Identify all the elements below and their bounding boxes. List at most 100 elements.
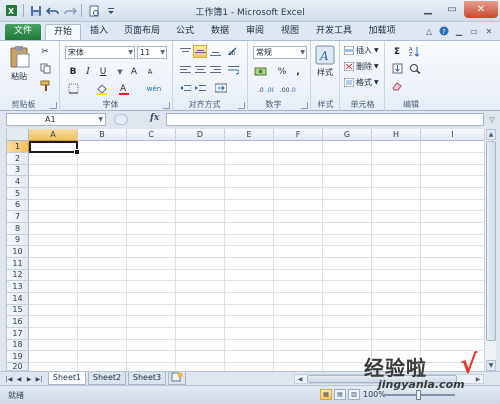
chevron-down-icon[interactable]: ▼ bbox=[113, 65, 127, 78]
currency-icon[interactable] bbox=[253, 65, 269, 78]
column-header[interactable]: G bbox=[323, 129, 372, 141]
column-header[interactable]: I bbox=[421, 129, 484, 141]
insert-sheet-icon[interactable] bbox=[168, 372, 186, 385]
format-painter-icon[interactable] bbox=[38, 79, 52, 92]
name-box[interactable]: A1 ▼ bbox=[6, 113, 106, 126]
tab-developer[interactable]: 开发工具 bbox=[310, 24, 358, 40]
shrink-font-button[interactable]: A bbox=[143, 65, 157, 78]
page-layout-view-icon[interactable]: ▤ bbox=[334, 389, 346, 400]
align-right-icon[interactable] bbox=[208, 63, 222, 76]
row-header[interactable]: 15 bbox=[7, 305, 29, 316]
worksheet-grid[interactable]: A B C D E F G H I 1 2 3 4 5 6 7 8 9 10 1… bbox=[6, 129, 484, 371]
horizontal-scrollbar[interactable]: ◀ ▶ bbox=[294, 374, 484, 384]
percent-button[interactable]: % bbox=[275, 65, 289, 78]
row-header[interactable]: 13 bbox=[7, 281, 29, 293]
tab-page-layout[interactable]: 页面布局 bbox=[118, 24, 166, 40]
grow-font-button[interactable]: A bbox=[127, 65, 141, 78]
alignment-launcher-icon[interactable] bbox=[238, 102, 245, 109]
row-header[interactable]: 1 bbox=[7, 141, 29, 153]
tab-home[interactable]: 开始 bbox=[45, 24, 81, 40]
normal-view-icon[interactable]: ▦ bbox=[320, 389, 332, 400]
column-header[interactable]: C bbox=[127, 129, 176, 141]
minimize-ribbon-icon[interactable]: △ bbox=[424, 26, 434, 36]
scroll-right-icon[interactable]: ▶ bbox=[473, 375, 483, 383]
row-header[interactable]: 10 bbox=[7, 246, 29, 258]
font-size-combo[interactable]: 11 ▼ bbox=[137, 46, 167, 59]
fill-color-icon[interactable] bbox=[95, 82, 109, 95]
merge-center-icon[interactable] bbox=[214, 81, 228, 94]
border-icon[interactable] bbox=[66, 82, 80, 95]
insert-cells-button[interactable]: 插入 ▼ bbox=[344, 45, 379, 56]
paste-button[interactable]: 粘贴 bbox=[8, 45, 30, 82]
tab-review[interactable]: 审阅 bbox=[240, 24, 270, 40]
column-header[interactable]: D bbox=[176, 129, 225, 141]
restore-icon[interactable]: ▭ bbox=[440, 1, 464, 18]
decrease-decimal-icon[interactable]: .00.0 bbox=[279, 82, 297, 95]
row-header[interactable]: 2 bbox=[7, 153, 29, 165]
orientation-icon[interactable]: ab bbox=[226, 45, 240, 58]
find-select-icon[interactable] bbox=[408, 62, 422, 75]
clear-icon[interactable] bbox=[390, 79, 404, 92]
row-header[interactable]: 14 bbox=[7, 293, 29, 305]
next-sheet-icon[interactable]: ▶ bbox=[25, 374, 33, 384]
column-header[interactable]: H bbox=[372, 129, 421, 141]
row-header[interactable]: 3 bbox=[7, 165, 29, 176]
sort-filter-icon[interactable]: AZ bbox=[408, 45, 422, 58]
wrap-text-icon[interactable] bbox=[226, 63, 240, 76]
increase-indent-icon[interactable] bbox=[193, 81, 207, 94]
row-header[interactable]: 6 bbox=[7, 200, 29, 211]
align-top-icon[interactable] bbox=[178, 45, 192, 58]
scroll-down-icon[interactable]: ▼ bbox=[486, 360, 496, 371]
row-header[interactable]: 12 bbox=[7, 270, 29, 281]
align-left-icon[interactable] bbox=[178, 63, 192, 76]
tab-view[interactable]: 视图 bbox=[275, 24, 305, 40]
scroll-up-icon[interactable]: ▲ bbox=[486, 129, 496, 140]
close-icon[interactable]: ✕ bbox=[464, 1, 498, 18]
column-header[interactable]: B bbox=[78, 129, 127, 141]
number-launcher-icon[interactable] bbox=[301, 102, 308, 109]
sheet-tab-sheet1[interactable]: Sheet1 bbox=[48, 372, 86, 385]
tab-insert[interactable]: 插入 bbox=[84, 24, 114, 40]
active-cell-a1[interactable] bbox=[29, 141, 80, 155]
align-center-icon[interactable] bbox=[193, 63, 207, 76]
workbook-restore-icon[interactable]: ▭ bbox=[469, 26, 479, 36]
help-icon[interactable]: ? bbox=[439, 26, 449, 36]
row-header[interactable]: 5 bbox=[7, 188, 29, 200]
autosum-button[interactable]: Σ bbox=[390, 45, 404, 58]
formula-input[interactable] bbox=[166, 113, 484, 126]
clipboard-launcher-icon[interactable] bbox=[50, 102, 57, 109]
increase-decimal-icon[interactable]: .0.00 bbox=[257, 82, 275, 95]
sheet-tab-sheet2[interactable]: Sheet2 bbox=[88, 372, 126, 385]
sheet-tab-sheet3[interactable]: Sheet3 bbox=[128, 372, 166, 385]
vertical-scrollbar[interactable]: ▲ ▼ bbox=[484, 129, 496, 371]
column-header[interactable]: F bbox=[274, 129, 323, 141]
page-break-view-icon[interactable]: ▥ bbox=[348, 389, 360, 400]
last-sheet-icon[interactable]: ▶| bbox=[35, 374, 43, 384]
zoom-level[interactable]: 100% bbox=[363, 390, 386, 399]
first-sheet-icon[interactable]: |◀ bbox=[5, 374, 13, 384]
column-header[interactable]: E bbox=[225, 129, 274, 141]
workbook-minimize-icon[interactable]: ▁ bbox=[454, 26, 464, 36]
insert-function-icon[interactable]: fx bbox=[150, 113, 159, 123]
cut-icon[interactable]: ✂ bbox=[38, 45, 52, 58]
tab-file[interactable]: 文件 bbox=[5, 24, 41, 40]
align-middle-icon[interactable] bbox=[193, 45, 207, 58]
align-bottom-icon[interactable] bbox=[208, 45, 222, 58]
tab-formulas[interactable]: 公式 bbox=[170, 24, 200, 40]
zoom-slider-knob[interactable] bbox=[416, 390, 421, 400]
row-header[interactable]: 11 bbox=[7, 258, 29, 270]
copy-icon[interactable] bbox=[38, 62, 52, 75]
italic-button[interactable]: I bbox=[81, 65, 95, 78]
row-header[interactable]: 8 bbox=[7, 223, 29, 235]
bold-button[interactable]: B bbox=[66, 65, 80, 78]
delete-cells-button[interactable]: 删除 ▼ bbox=[344, 61, 379, 72]
number-format-combo[interactable]: 常规 ▼ bbox=[253, 46, 307, 59]
row-header[interactable]: 16 bbox=[7, 316, 29, 328]
minimize-icon[interactable]: ▁ bbox=[416, 1, 440, 18]
row-header[interactable]: 7 bbox=[7, 211, 29, 223]
comma-button[interactable]: , bbox=[291, 65, 305, 78]
tab-data[interactable]: 数据 bbox=[205, 24, 235, 40]
tab-addins[interactable]: 加载项 bbox=[362, 24, 402, 40]
format-cells-button[interactable]: 格式 ▼ bbox=[344, 77, 379, 88]
scroll-left-icon[interactable]: ◀ bbox=[295, 375, 305, 383]
